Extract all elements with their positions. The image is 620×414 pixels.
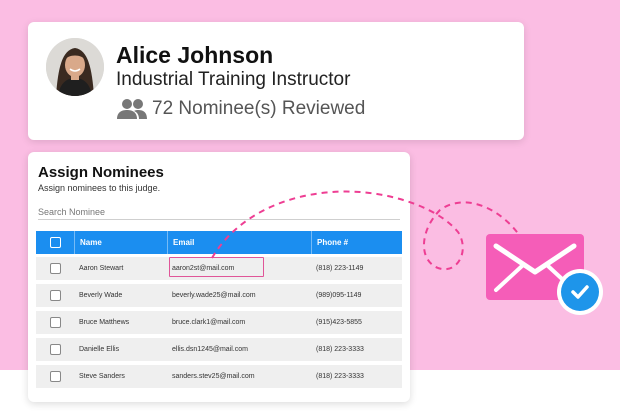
nominee-email: bruce.clark1@mail.com [172, 319, 246, 326]
row-checkbox[interactable] [49, 263, 61, 274]
avatar [46, 38, 104, 96]
judge-name: Alice Johnson [116, 42, 274, 68]
nominee-name: Bruce Matthews [79, 319, 130, 326]
table-body: Aaron Stewart aaron2st@mail.com (818) 22… [36, 257, 402, 388]
nominee-name: Aaron Stewart [79, 265, 124, 272]
reviewed-count: 72 Nominee(s) Reviewed [152, 98, 366, 119]
judge-profile-card: Alice Johnson Industrial Training Instru… [28, 22, 524, 140]
row-checkbox[interactable] [49, 290, 61, 301]
nominee-email: sanders.stev25@mail.com [172, 373, 255, 380]
search-nominee-input[interactable] [38, 204, 400, 220]
check-icon [561, 273, 599, 311]
nominee-email: ellis.dsn1245@mail.com [172, 346, 248, 353]
nominee-phone: (818) 223-3333 [316, 346, 364, 353]
row-checkbox[interactable] [49, 371, 61, 382]
reviewed-count-row: 72 Nominee(s) Reviewed [116, 97, 365, 121]
header-checkbox-cell [36, 231, 74, 254]
table-row[interactable]: Bruce Matthews bruce.clark1@mail.com (91… [36, 311, 402, 334]
column-header-name[interactable]: Name [74, 231, 167, 254]
panel-title: Assign Nominees [38, 164, 164, 181]
row-checkbox[interactable] [49, 317, 61, 328]
check-badge [557, 269, 603, 315]
nominee-phone: (915)423-5855 [316, 319, 362, 326]
judge-role: Industrial Training Instructor [116, 69, 351, 90]
nominee-phone: (818) 223-3333 [316, 373, 364, 380]
nominee-table: Name Email Phone # Aaron Stewart aaron2s… [36, 231, 402, 392]
people-icon [117, 99, 147, 119]
table-row[interactable]: Danielle Ellis ellis.dsn1245@mail.com (8… [36, 338, 402, 361]
table-row[interactable]: Aaron Stewart aaron2st@mail.com (818) 22… [36, 257, 402, 280]
row-checkbox[interactable] [49, 344, 61, 355]
assign-nominees-panel: Assign Nominees Assign nominees to this … [28, 152, 410, 402]
select-all-checkbox[interactable] [49, 237, 61, 248]
nominee-email: aaron2st@mail.com [172, 265, 235, 272]
nominee-email: beverly.wade25@mail.com [172, 292, 256, 299]
nominee-name: Beverly Wade [79, 292, 123, 299]
nominee-name: Danielle Ellis [79, 346, 120, 353]
table-row[interactable]: Beverly Wade beverly.wade25@mail.com (98… [36, 284, 402, 307]
column-header-phone[interactable]: Phone # [311, 231, 402, 254]
nominee-phone: (818) 223-1149 [316, 265, 364, 272]
nominee-name: Steve Sanders [79, 373, 125, 380]
panel-subtitle: Assign nominees to this judge. [38, 183, 161, 193]
table-header: Name Email Phone # [36, 231, 402, 254]
column-header-email[interactable]: Email [167, 231, 311, 254]
table-row[interactable]: Steve Sanders sanders.stev25@mail.com (8… [36, 365, 402, 388]
nominee-phone: (989)095-1149 [316, 292, 362, 299]
